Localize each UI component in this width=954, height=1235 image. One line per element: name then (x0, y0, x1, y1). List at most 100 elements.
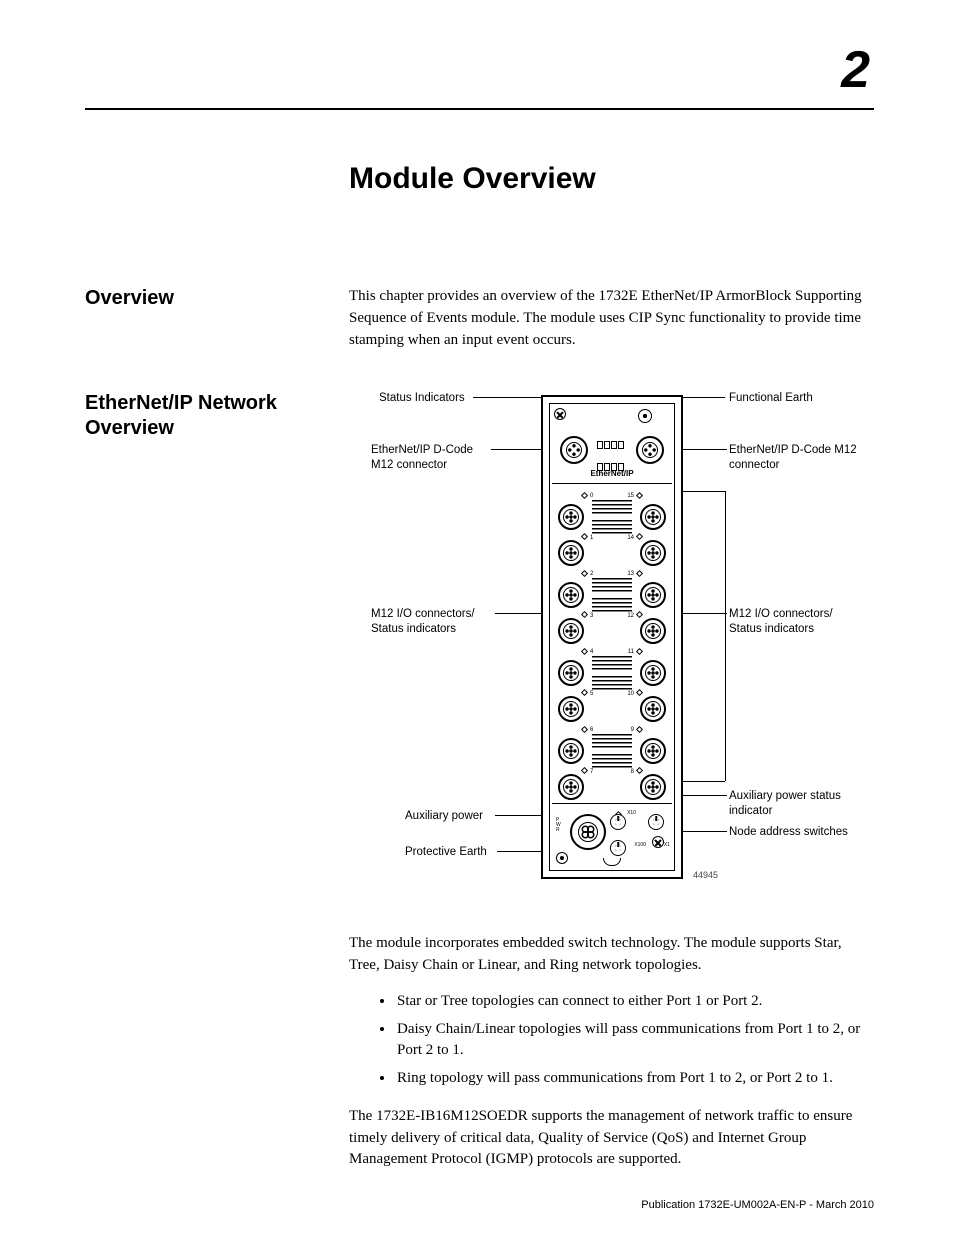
port-num: 2 (590, 570, 593, 579)
io-connector-icon (640, 738, 666, 764)
io-indicator-bars-icon (592, 676, 632, 690)
led-icon (636, 767, 643, 774)
io-indicator-bars-icon (592, 656, 632, 670)
port-num: 9 (631, 726, 634, 735)
led-icon (581, 767, 588, 774)
port-num: 15 (627, 492, 634, 501)
port-num: 0 (590, 492, 593, 501)
io-connector-icon (640, 504, 666, 530)
page-title: Module Overview (349, 162, 874, 196)
led-icon (581, 726, 588, 733)
port-num: 4 (590, 648, 593, 657)
led-icon (581, 648, 588, 655)
io-connector-icon (558, 504, 584, 530)
led-icon (636, 726, 643, 733)
ethernet-connector-left-icon (560, 436, 588, 464)
callout-eth-right: EtherNet/IP D-Code M12 connector (729, 443, 859, 473)
led-icon (581, 492, 588, 499)
io-connector-icon (558, 738, 584, 764)
port-num: 7 (590, 768, 593, 777)
rotary-switch-x10-icon (610, 814, 626, 830)
port-num: 5 (590, 690, 593, 699)
network-paragraph-1: The module incorporates embedded switch … (349, 933, 874, 977)
led-icon (636, 533, 643, 540)
callout-aux-power-status: Auxiliary power status indicator (729, 789, 849, 819)
port-num: 6 (590, 726, 593, 735)
led-icon (581, 533, 588, 540)
callout-io-left: M12 I/O connectors/ Status indicators (371, 607, 495, 637)
io-connector-icon (640, 696, 666, 722)
led-icon (636, 492, 643, 499)
io-connector-icon (640, 618, 666, 644)
mounting-screw-icon (652, 836, 664, 848)
io-indicator-bars-icon (592, 520, 632, 534)
rotary-label-x10: X10 (627, 810, 636, 817)
auxiliary-power-connector-icon (570, 814, 606, 850)
callout-protective-earth: Protective Earth (405, 845, 487, 860)
io-connector-icon (640, 774, 666, 800)
rotary-switch-x100-icon (610, 840, 626, 856)
module-diagram: Status Indicators EtherNet/IP D-Code M12… (349, 385, 874, 913)
module-outline: EtherNet/IP 0 15 1 (541, 395, 683, 879)
led-icon (581, 611, 588, 618)
rotary-switch-x1-icon (648, 814, 664, 830)
port-num: 12 (627, 612, 634, 621)
callout-functional-earth: Functional Earth (729, 391, 813, 406)
io-connector-icon (640, 582, 666, 608)
ethernet-ip-label: EtherNet/IP (552, 468, 672, 480)
led-icon (581, 689, 588, 696)
functional-earth-terminal-icon (638, 409, 652, 423)
io-connector-icon (558, 618, 584, 644)
callout-eth-left: EtherNet/IP D-Code M12 connector (371, 443, 491, 473)
led-icon (636, 570, 643, 577)
leader-bracket (725, 491, 726, 781)
io-connector-icon (558, 660, 584, 686)
topology-list: Star or Tree topologies can connect to e… (349, 991, 874, 1090)
port-num: 11 (628, 648, 634, 657)
io-connector-icon (640, 540, 666, 566)
figure-number: 44945 (693, 869, 718, 882)
callout-aux-power: Auxiliary power (405, 809, 483, 824)
port-num: 10 (627, 690, 634, 699)
led-icon (581, 570, 588, 577)
list-item: Ring topology will pass communications f… (395, 1068, 874, 1090)
network-paragraph-2: The 1732E-IB16M12SOEDR supports the mana… (349, 1106, 874, 1171)
callout-io-right: M12 I/O connectors/ Status indicators (729, 607, 859, 637)
rotary-label-x1: X1 (664, 842, 670, 849)
io-connector-icon (558, 774, 584, 800)
leader-line (497, 851, 547, 852)
callout-node-address: Node address switches (729, 825, 848, 840)
ethernet-connector-right-icon (636, 436, 664, 464)
io-connector-icon (558, 696, 584, 722)
port-num: 1 (590, 534, 593, 543)
io-indicator-bars-icon (592, 500, 632, 514)
io-indicator-bars-icon (592, 598, 632, 612)
port-num: 8 (631, 768, 634, 777)
section-heading-overview: Overview (85, 286, 349, 365)
io-indicator-bars-icon (592, 734, 632, 748)
port-num: 14 (627, 534, 634, 543)
status-led-bank-icon (596, 436, 632, 470)
overview-paragraph: This chapter provides an overview of the… (349, 286, 874, 351)
callout-status-indicators: Status Indicators (379, 391, 465, 406)
io-connector-section: 0 15 1 14 (552, 486, 672, 804)
io-indicator-bars-icon (592, 578, 632, 592)
led-icon (636, 648, 643, 655)
leader-line (683, 781, 725, 782)
port-num: 13 (627, 570, 634, 579)
rotary-label-x100: X100 (634, 842, 646, 849)
led-icon (636, 611, 643, 618)
io-connector-icon (558, 582, 584, 608)
protective-earth-terminal-icon (556, 852, 568, 864)
pwr-label: P W R (556, 818, 561, 833)
led-icon (636, 689, 643, 696)
mounting-screw-icon (554, 408, 566, 420)
chapter-number: 2 (85, 40, 874, 100)
io-connector-icon (558, 540, 584, 566)
chapter-rule (85, 108, 874, 110)
publication-footer: Publication 1732E-UM002A-EN-P - March 20… (641, 1199, 874, 1211)
list-item: Daisy Chain/Linear topologies will pass … (395, 1019, 874, 1063)
io-indicator-bars-icon (592, 754, 632, 768)
io-connector-icon (640, 660, 666, 686)
section-heading-network: EtherNet/IP Network Overview (85, 391, 349, 1185)
